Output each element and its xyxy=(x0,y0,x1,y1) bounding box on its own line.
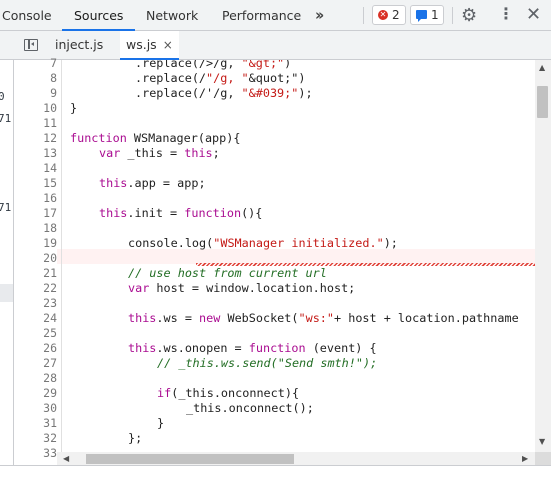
status-bar xyxy=(0,465,551,479)
code-line: this.init = function(){ xyxy=(99,206,263,220)
line-number[interactable]: 10 xyxy=(15,101,57,115)
line-number[interactable]: 23 xyxy=(15,296,57,310)
tab-sources[interactable]: Sources xyxy=(62,0,136,31)
line-number[interactable]: 18 xyxy=(15,221,57,235)
line-number[interactable]: 31 xyxy=(15,416,57,430)
line-number[interactable]: 20 xyxy=(15,251,57,265)
toggle-navigator-icon[interactable] xyxy=(24,39,38,51)
vertical-scrollbar[interactable] xyxy=(535,60,551,465)
code-line: .replace(/'/g, "&#039;"); xyxy=(135,86,313,100)
highlighted-row xyxy=(0,284,13,302)
line-number[interactable]: 33 xyxy=(15,446,57,460)
stub-number: 71 xyxy=(0,201,12,214)
stub-number: 0 xyxy=(0,90,5,103)
line-number[interactable]: 19 xyxy=(15,236,57,250)
line-number[interactable]: 30 xyxy=(15,401,57,415)
line-number[interactable]: 14 xyxy=(15,161,57,175)
scroll-left-icon[interactable]: ◀ xyxy=(63,454,69,463)
line-number[interactable]: 17 xyxy=(15,206,57,220)
error-icon: ✕ xyxy=(378,10,388,20)
message-count: 1 xyxy=(431,8,439,22)
tab-console[interactable]: Console xyxy=(2,0,52,30)
code-line: .replace(/>/g, "&gt;") xyxy=(135,60,292,70)
toolbar-divider xyxy=(452,7,453,24)
close-icon[interactable]: ✕ xyxy=(526,4,541,25)
tab-performance[interactable]: Performance xyxy=(222,0,301,30)
code-line: console.log("WSManager initialized."); xyxy=(128,236,398,250)
line-number[interactable]: 15 xyxy=(15,176,57,190)
code-comment: // _this.ws.send("Send smth!"); xyxy=(157,356,378,370)
vertical-scroll-thumb[interactable] xyxy=(537,86,548,118)
line-number[interactable]: 25 xyxy=(15,326,57,340)
code-line: function WSManager(app){ xyxy=(70,131,241,145)
file-tab-bar: inject.js ws.js × xyxy=(0,31,551,60)
line-number[interactable]: 13 xyxy=(15,146,57,160)
code-line: var _this = this; xyxy=(99,146,220,160)
code-line: if(_this.onconnect){ xyxy=(157,386,300,400)
line-number[interactable]: 9 xyxy=(15,86,57,100)
line-number[interactable]: 11 xyxy=(15,116,57,130)
file-tab-ws-js[interactable]: ws.js × xyxy=(120,31,179,60)
code-line: _this.onconnect(); xyxy=(186,401,314,415)
code-line-error: this.ws = new WebSocket("ws:"+ host + lo… xyxy=(128,311,519,325)
toolbar-divider xyxy=(363,7,364,24)
line-number[interactable]: 29 xyxy=(15,386,57,400)
code-line: } xyxy=(157,416,165,430)
left-panel-edge: 0 71 71 xyxy=(0,60,14,479)
code-line: this.ws.onopen = function (event) { xyxy=(128,341,377,355)
tab-network[interactable]: Network xyxy=(146,0,198,30)
scrollbar-corner xyxy=(535,452,551,466)
message-count-badge[interactable]: 1 xyxy=(410,5,444,25)
close-tab-icon[interactable]: × xyxy=(163,38,173,52)
line-number[interactable]: 28 xyxy=(15,371,57,385)
error-squiggle xyxy=(196,263,536,266)
line-number[interactable]: 24 xyxy=(15,311,57,325)
line-number[interactable]: 21 xyxy=(15,266,57,280)
scroll-up-icon[interactable]: ▲ xyxy=(539,63,545,72)
line-number[interactable]: 27 xyxy=(15,356,57,370)
line-number[interactable]: 32 xyxy=(15,431,57,445)
file-tab-inject-js[interactable]: inject.js xyxy=(55,31,103,59)
horizontal-scroll-thumb[interactable] xyxy=(86,454,294,464)
line-number[interactable]: 8 xyxy=(15,71,57,85)
more-tabs-icon[interactable]: ›› xyxy=(315,6,325,24)
gutter-divider xyxy=(61,60,62,465)
gear-icon[interactable]: ⚙ xyxy=(461,5,477,26)
code-line: var host = window.location.host; xyxy=(128,281,356,295)
code-line: } xyxy=(70,101,78,115)
code-line: .replace(/"/g, "&quot;") xyxy=(135,71,306,85)
scroll-down-icon[interactable]: ▼ xyxy=(539,437,545,446)
code-comment: // use host from current url xyxy=(128,266,327,280)
kebab-menu-icon[interactable]: ⋮ xyxy=(498,6,514,22)
code-line: }; xyxy=(128,431,143,445)
message-icon xyxy=(416,10,427,22)
file-tab-label: ws.js xyxy=(126,37,157,52)
devtools-tab-bar: Console Sources Network Performance ›› ✕… xyxy=(0,0,551,31)
line-number[interactable]: 22 xyxy=(15,281,57,295)
stub-number: 71 xyxy=(0,112,12,125)
line-number[interactable]: 16 xyxy=(15,191,57,205)
line-number[interactable]: 26 xyxy=(15,341,57,355)
error-count: 2 xyxy=(392,8,400,22)
scroll-right-icon[interactable]: ▶ xyxy=(522,454,528,463)
line-number[interactable]: 12 xyxy=(15,131,57,145)
line-number[interactable]: 7 xyxy=(15,56,57,70)
error-count-badge[interactable]: ✕ 2 xyxy=(372,5,406,25)
line-number-gutter: 7 8 9 10 11 12 13 14 15 16 17 18 19 20 2… xyxy=(15,56,57,465)
code-line: this.app = app; xyxy=(99,176,206,190)
